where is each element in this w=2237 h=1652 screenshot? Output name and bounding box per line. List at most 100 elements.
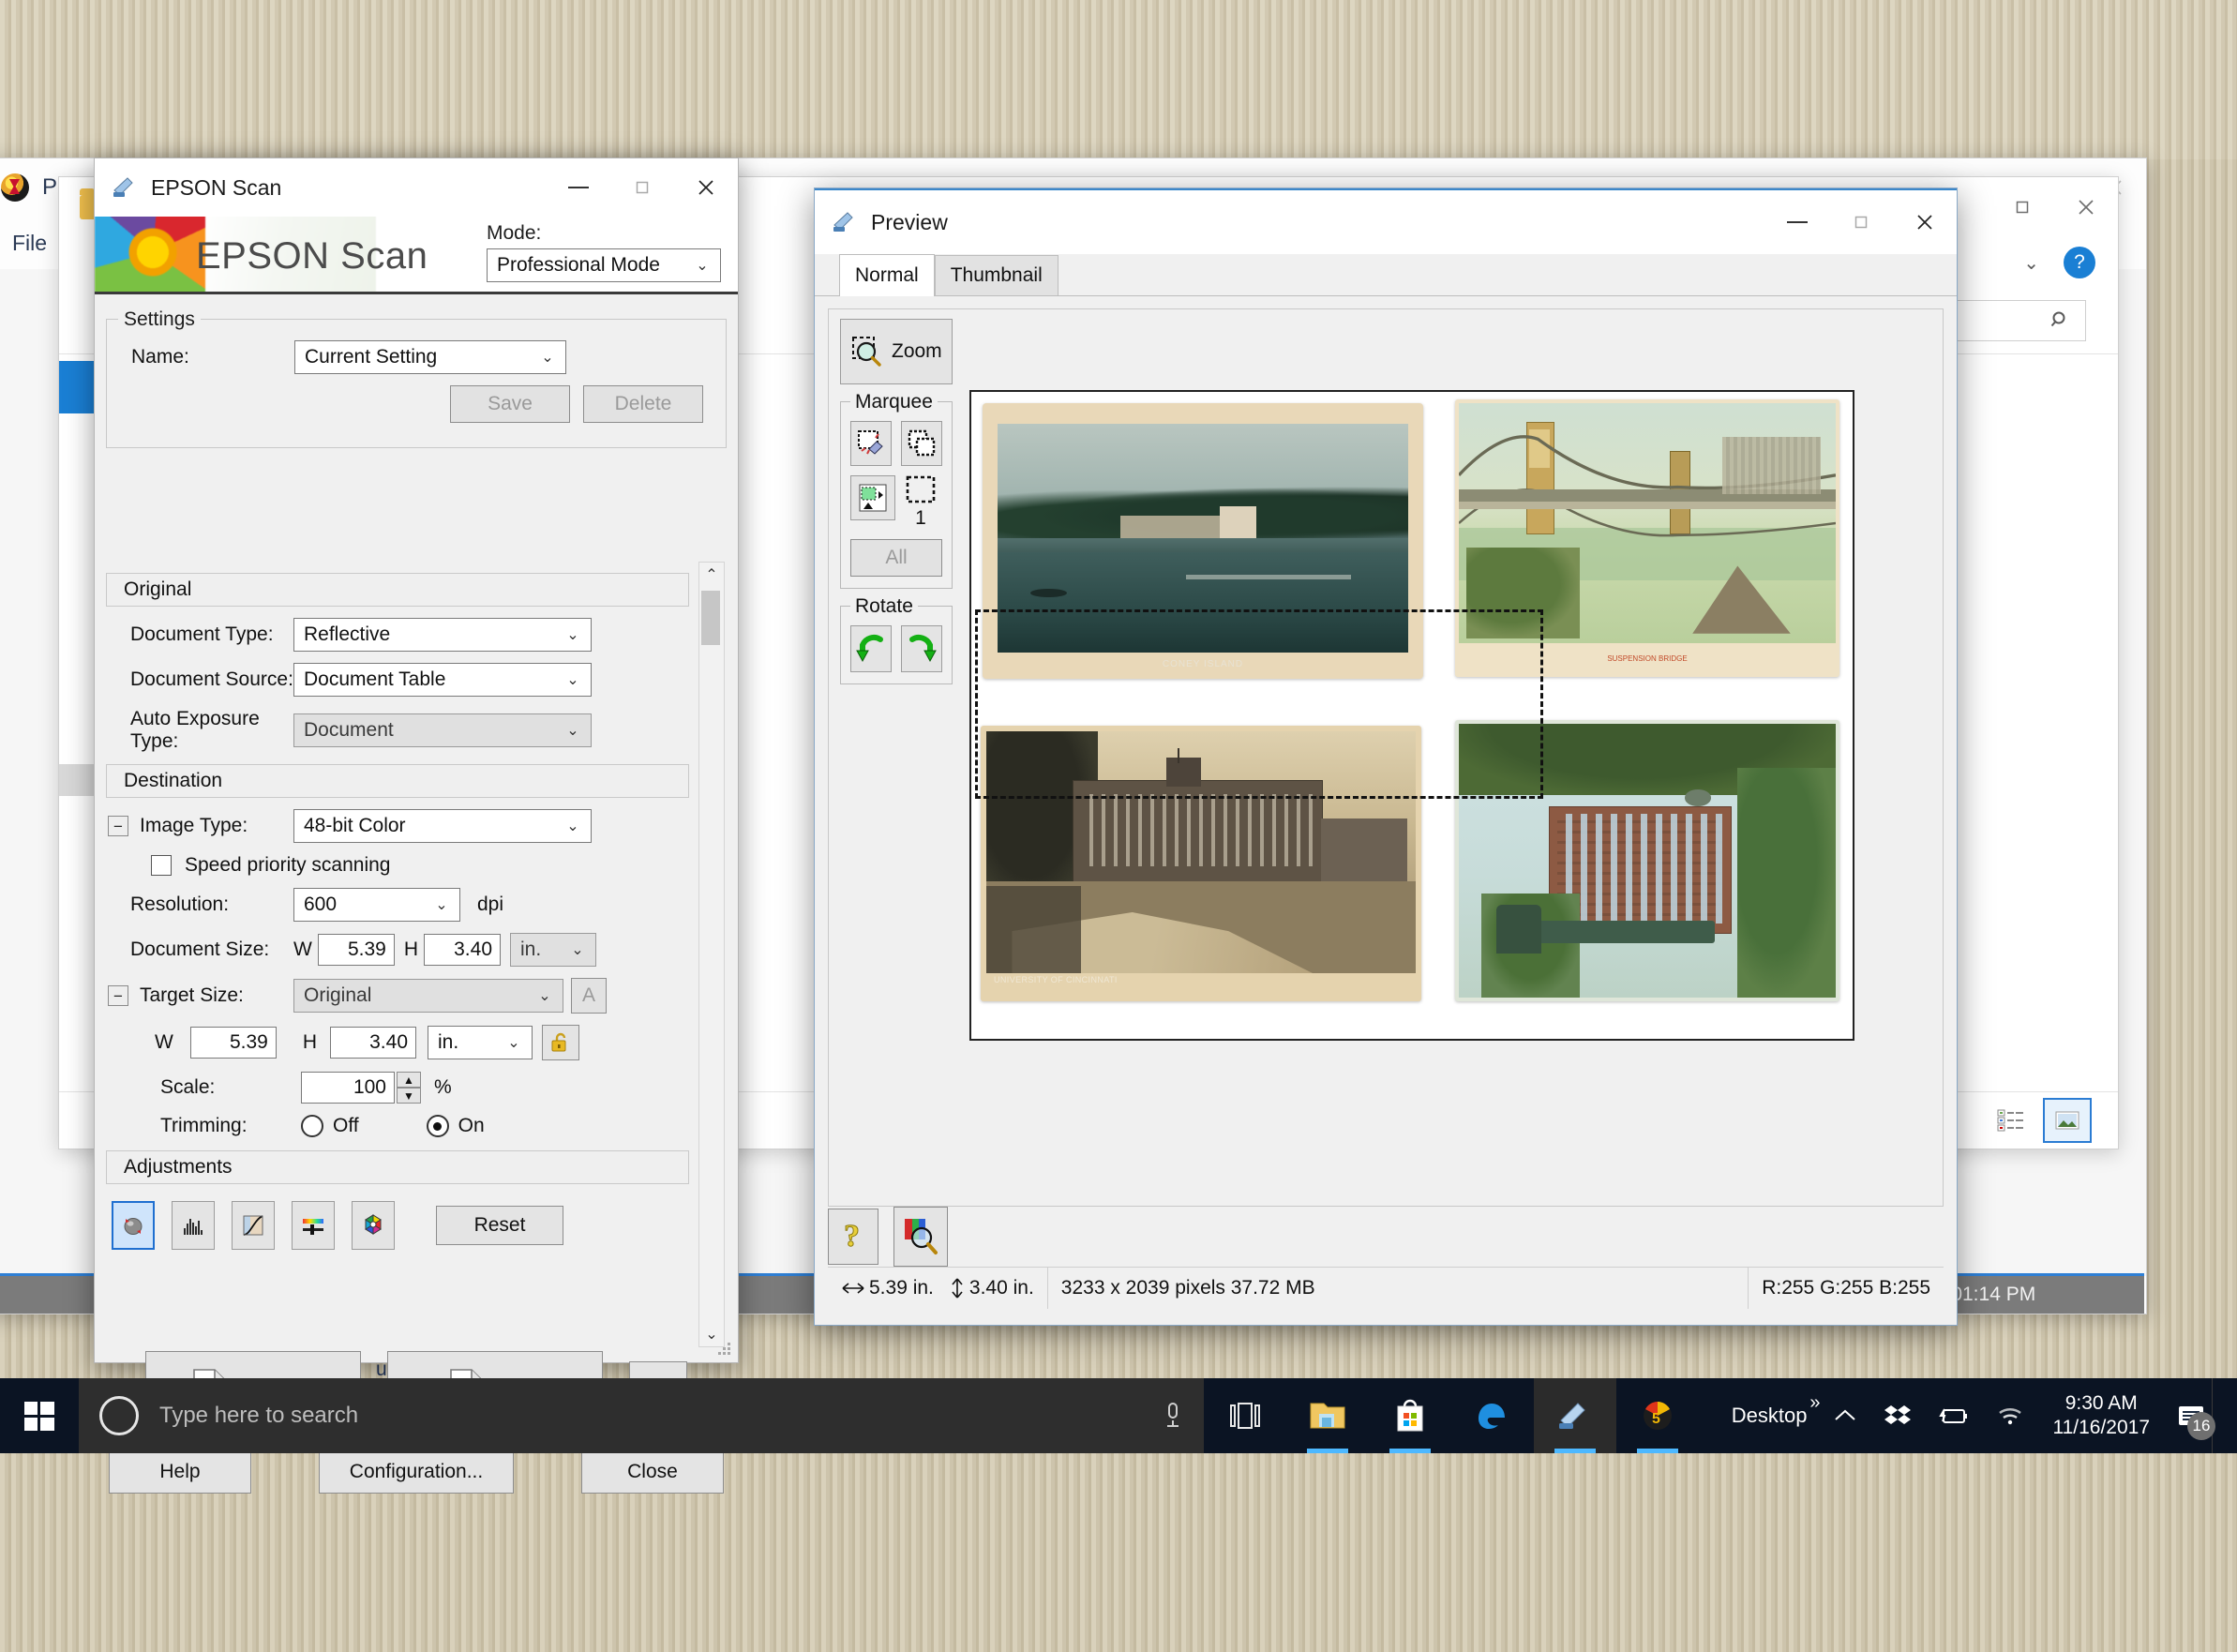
tab-thumbnail[interactable]: Thumbnail	[934, 255, 1058, 295]
preview-color-preview-button[interactable]	[893, 1207, 948, 1267]
marquee-selection[interactable]	[975, 609, 1543, 799]
preview-maximize-button[interactable]	[1829, 190, 1893, 254]
color-hexagon-button[interactable]	[352, 1201, 395, 1250]
adjustments-toolbar[interactable]: Reset	[106, 1201, 689, 1250]
overflow-chevron-icon[interactable]: »	[1809, 1392, 1820, 1414]
taskbar-pastperfect[interactable]: 5	[1616, 1378, 1699, 1453]
scale-input[interactable]: 100	[301, 1072, 395, 1104]
rotate-left-button[interactable]	[850, 625, 892, 672]
auto-locate-button[interactable]	[850, 475, 895, 520]
epson-banner: EPSON Scan Mode: Professional Mode ⌄	[95, 217, 738, 294]
preview-tabs[interactable]: Normal Thumbnail	[815, 254, 1957, 296]
resolution-dropdown[interactable]: 600 ⌄	[293, 888, 460, 922]
taskbar-microsoft-store[interactable]	[1369, 1378, 1451, 1453]
scale-stepper-up[interactable]: ▲	[397, 1072, 421, 1088]
settings-scrollbar[interactable]: ⌃ ⌄	[698, 562, 725, 1347]
reset-button[interactable]: Reset	[436, 1206, 563, 1245]
file-browser-window-controls[interactable]	[1990, 177, 2118, 237]
target-size-expander[interactable]: −	[108, 985, 128, 1006]
image-adjustment-button[interactable]	[292, 1201, 335, 1250]
scale-stepper[interactable]: ▲ ▼	[397, 1072, 421, 1104]
tab-normal[interactable]: Normal	[839, 254, 935, 296]
battery-charging-icon[interactable]	[1938, 1405, 1970, 1426]
target-h-input[interactable]: 3.40	[330, 1027, 416, 1059]
delete-button[interactable]: Delete	[583, 385, 703, 423]
configuration-button[interactable]: Configuration...	[319, 1450, 514, 1494]
mode-selector[interactable]: Mode: Professional Mode ⌄	[487, 222, 721, 282]
tray-overflow-button[interactable]	[1833, 1407, 1857, 1424]
search-input[interactable]: Type here to search	[79, 1378, 1204, 1453]
zoom-button[interactable]: Zoom	[840, 319, 953, 384]
taskbar-file-explorer[interactable]	[1286, 1378, 1369, 1453]
file-browser-close-button[interactable]	[2054, 177, 2118, 237]
system-tray[interactable]: Desktop » 9:30 AM 11/16/2017 16	[1719, 1378, 2237, 1453]
image-type-expander[interactable]: −	[108, 816, 128, 836]
trimming-on-radio[interactable]: On	[426, 1115, 485, 1137]
chevron-down-icon[interactable]: ⌄	[2023, 251, 2039, 275]
marquee-all-button[interactable]: All	[850, 539, 942, 577]
histogram-adjustment-button[interactable]	[172, 1201, 215, 1250]
wifi-icon[interactable]	[1996, 1404, 2024, 1427]
task-view-button[interactable]	[1204, 1378, 1286, 1453]
document-source-dropdown[interactable]: Document Table ⌄	[293, 663, 592, 697]
notification-center-button[interactable]: 16	[2170, 1395, 2215, 1440]
preview-toolpane[interactable]: Zoom Marquee 1 All Rotate	[840, 319, 953, 684]
preview-minimize-button[interactable]	[1765, 190, 1829, 254]
help-question-icon[interactable]: ?	[2064, 247, 2095, 278]
mode-dropdown[interactable]: Professional Mode ⌄	[487, 248, 721, 282]
microphone-icon[interactable]	[1163, 1400, 1183, 1432]
file-browser-restore-button[interactable]	[1990, 177, 2054, 237]
unlocked-padlock-icon[interactable]	[542, 1025, 579, 1060]
image-type-dropdown[interactable]: 48-bit Color ⌄	[293, 809, 592, 843]
document-type-dropdown[interactable]: Reflective ⌄	[293, 618, 592, 652]
show-desktop-button[interactable]	[2212, 1378, 2224, 1453]
taskbar-microsoft-edge[interactable]	[1451, 1378, 1534, 1453]
scroll-up-arrow-icon[interactable]: ⌃	[699, 563, 724, 587]
document-size-unit-dropdown[interactable]: in. ⌄	[510, 933, 596, 967]
preview-window[interactable]: Preview Normal Thumbnail Zoom Marquee 1 …	[814, 188, 1958, 1326]
epson-scan-window[interactable]: EPSON Scan EPSON Scan Mode: Professional…	[94, 158, 739, 1494]
details-view-button[interactable]	[1989, 1100, 2034, 1141]
marquee-erase-button[interactable]	[850, 421, 892, 466]
rotate-right-button[interactable]	[901, 625, 942, 672]
epson-maximize-button[interactable]	[610, 158, 674, 217]
epson-close-button[interactable]	[674, 158, 738, 217]
document-size-h-input[interactable]: 3.40	[424, 934, 501, 966]
preview-footer[interactable]: ? 5.39 in. 3.40 in. 3233 x 2039 pixels 3…	[828, 1207, 1944, 1312]
close-button[interactable]: Close	[581, 1450, 724, 1494]
taskbar[interactable]: Type here to search 5 Desktop » 9:30 AM …	[0, 1378, 2237, 1453]
preview-footer-buttons[interactable]: ?	[828, 1207, 1944, 1267]
taskbar-clock[interactable]: 9:30 AM 11/16/2017	[2052, 1391, 2150, 1441]
resize-grip[interactable]	[715, 1340, 732, 1357]
start-button[interactable]	[0, 1378, 79, 1453]
font-a-icon[interactable]: A	[571, 978, 607, 1014]
epson-titlebar[interactable]: EPSON Scan	[95, 158, 738, 217]
menu-item-file[interactable]: File	[0, 231, 62, 256]
auto-exposure-button[interactable]	[112, 1201, 155, 1250]
scrollbar-thumb[interactable]	[701, 591, 720, 645]
show-desktop-label[interactable]: Desktop »	[1732, 1392, 1821, 1428]
dropbox-tray-icon[interactable]	[1884, 1404, 1912, 1428]
preview-canvas[interactable]: CONEY ISLAND SUSPENSION BRIDGE UNIVERSIT…	[969, 390, 1854, 1041]
large-icons-view-button[interactable]	[2043, 1098, 2092, 1143]
epson-window-controls[interactable]	[547, 158, 738, 217]
save-button[interactable]: Save	[450, 385, 570, 423]
preview-help-button[interactable]: ?	[828, 1209, 878, 1265]
tone-curve-button[interactable]	[232, 1201, 275, 1250]
trimming-off-radio[interactable]: Off	[301, 1115, 359, 1137]
target-unit-dropdown[interactable]: in. ⌄	[428, 1026, 533, 1059]
target-size-dropdown[interactable]: Original ⌄	[293, 979, 563, 1013]
preview-titlebar[interactable]: Preview	[815, 188, 1957, 254]
scale-stepper-down[interactable]: ▼	[397, 1088, 421, 1104]
preview-window-controls[interactable]	[1765, 190, 1957, 254]
preview-close-button[interactable]	[1893, 190, 1957, 254]
marquee-copy-button[interactable]	[901, 421, 942, 466]
help-button[interactable]: Help	[109, 1450, 251, 1494]
settings-name-dropdown[interactable]: Current Setting ⌄	[294, 340, 566, 374]
speed-priority-checkbox[interactable]	[151, 855, 172, 876]
auto-exposure-dropdown[interactable]: Document ⌄	[293, 713, 592, 747]
epson-minimize-button[interactable]	[547, 158, 610, 217]
target-w-input[interactable]: 5.39	[189, 1027, 277, 1059]
taskbar-epson-scan[interactable]	[1534, 1378, 1616, 1453]
document-size-w-input[interactable]: 5.39	[317, 934, 395, 966]
